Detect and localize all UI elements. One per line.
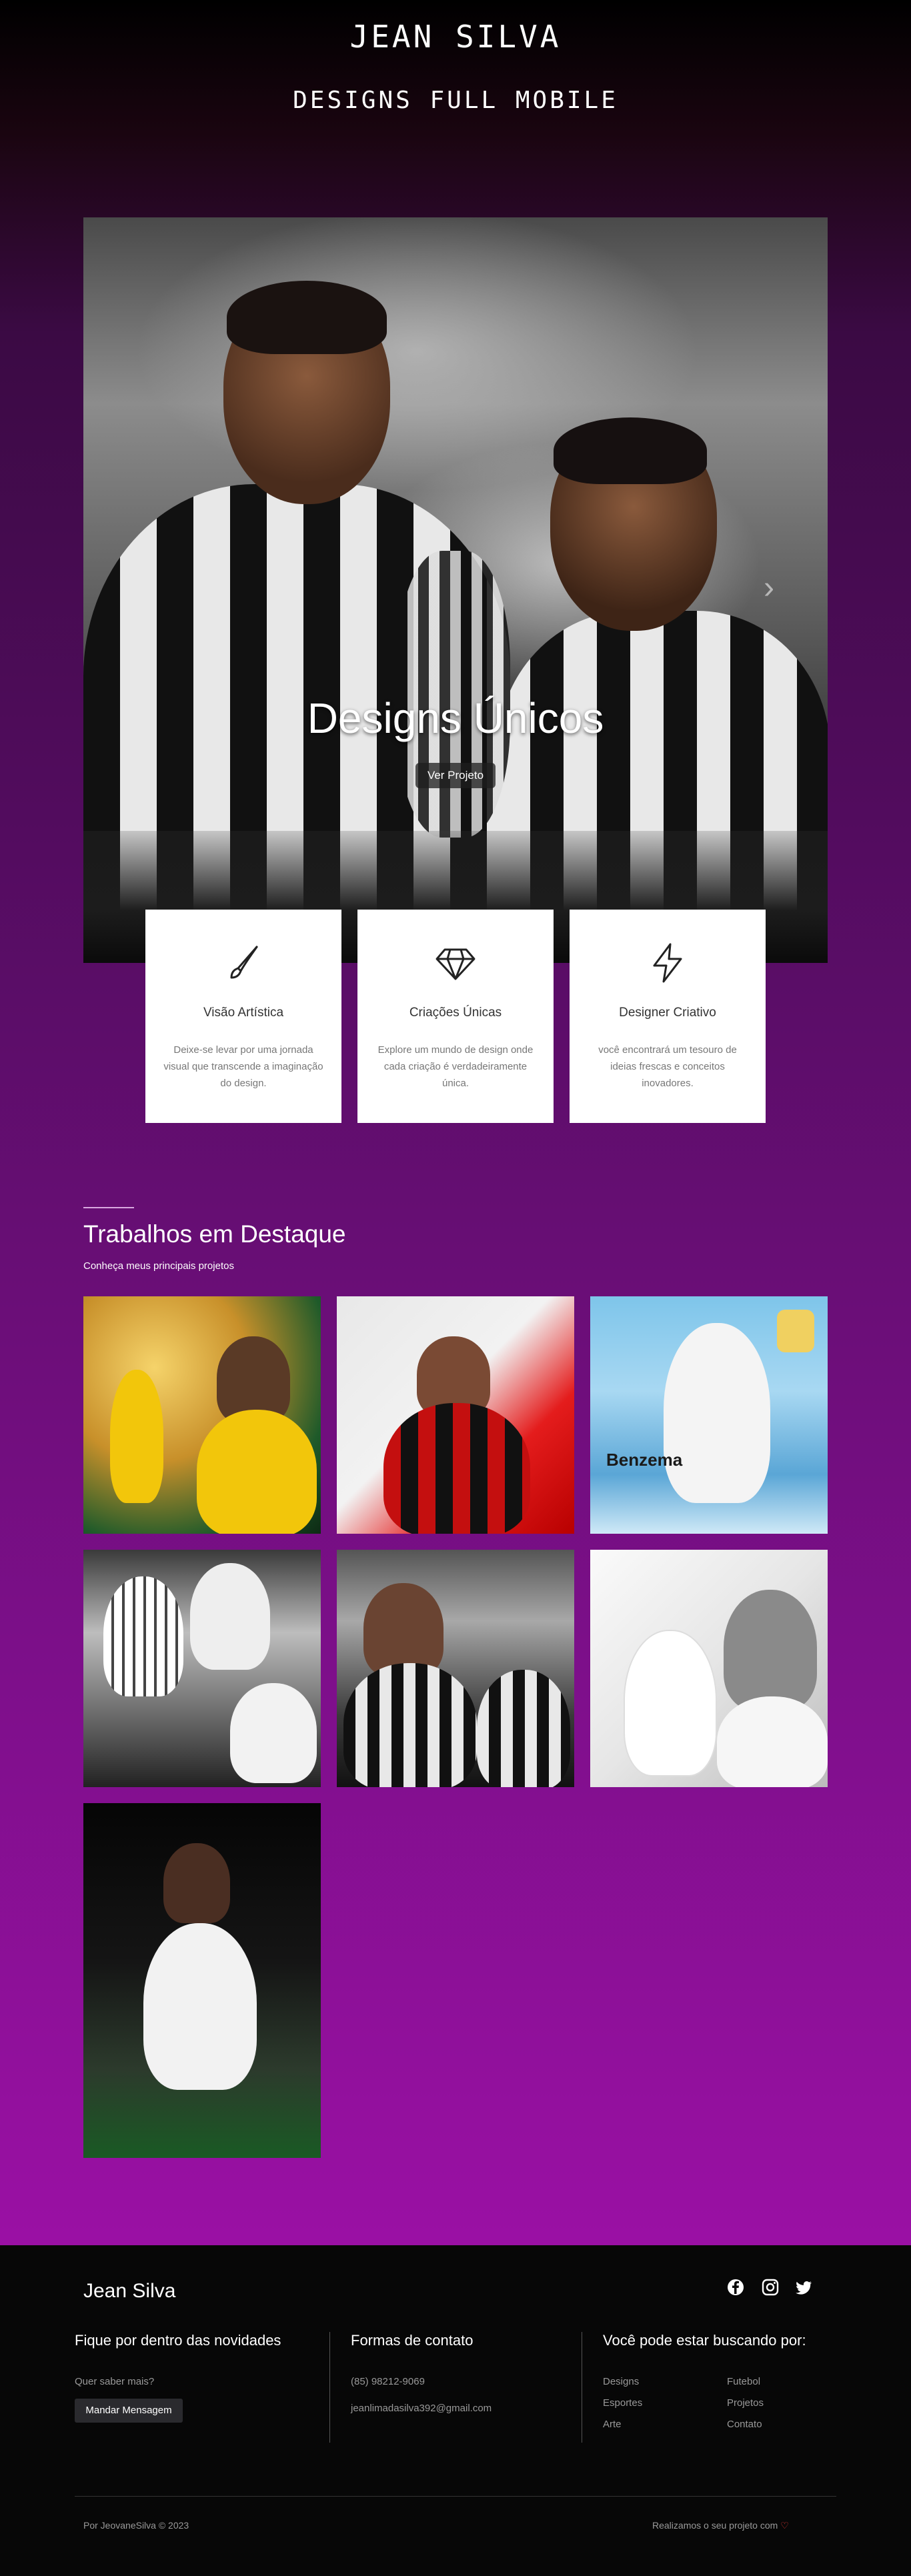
player-figure (724, 1590, 817, 1710)
twitter-icon[interactable] (794, 2277, 814, 2297)
made-with-text: Realizamos o seu projeto com (652, 2520, 778, 2531)
footer-col-title: Você pode estar buscando por: (603, 2332, 806, 2349)
site-header: JEAN SILVA DESIGNS FULL MOBILE (0, 0, 911, 127)
heart-icon: ♡ (780, 2520, 789, 2531)
site-subtitle: DESIGNS FULL MOBILE (293, 87, 618, 114)
footer-brand: Jean Silva (83, 2280, 176, 2302)
brush-icon (230, 946, 258, 979)
footer-prompt: Quer saber mais? (75, 2376, 155, 2387)
feature-title: Criações Únicas (409, 1006, 502, 1020)
site-footer: Jean Silva Fique por dentro das novidade… (0, 2245, 911, 2576)
club-crest (777, 1310, 814, 1352)
footer-made-with: Realizamos o seu projeto com ♡ (652, 2520, 789, 2531)
feature-title: Visão Artística (203, 1006, 284, 1020)
footer-copyright: Por JeovaneSilva © 2023 (83, 2520, 189, 2531)
footer-link-esportes[interactable]: Esportes (603, 2397, 642, 2409)
feature-card: Visão Artística Deixe-se levar por uma j… (145, 910, 341, 1123)
carousel-next-icon[interactable]: › (764, 569, 774, 606)
portfolio-item[interactable] (83, 1803, 321, 2158)
diamond-icon (435, 948, 476, 980)
hero-player-right-hair (554, 417, 707, 484)
footer-col-title: Formas de contato (351, 2332, 474, 2349)
feature-desc: Deixe-se levar por uma jornada visual qu… (163, 1044, 323, 1089)
feature-cards: Visão Artística Deixe-se levar por uma j… (145, 910, 766, 1123)
hero-carousel[interactable]: Designs Únicos Ver Projeto › (83, 217, 828, 963)
portfolio-item[interactable] (337, 1296, 574, 1534)
portfolio-item[interactable] (337, 1550, 574, 1787)
portfolio-subtitle: Conheça meus principais projetos (83, 1260, 234, 1272)
footer-link-contato[interactable]: Contato (727, 2419, 762, 2430)
feature-card: Designer Criativo você encontrará um tes… (570, 910, 766, 1123)
footer-link-designs[interactable]: Designs (603, 2376, 639, 2387)
hero-player-left-hair (227, 281, 387, 354)
player-figure (190, 1563, 270, 1670)
footer-phone[interactable]: (85) 98212-9069 (351, 2376, 425, 2387)
view-project-button[interactable]: Ver Projeto (415, 763, 496, 788)
facebook-icon[interactable] (726, 2277, 746, 2297)
feature-card: Criações Únicas Explore um mundo de desi… (357, 910, 554, 1123)
footer-divider (329, 2332, 330, 2443)
footer-link-projetos[interactable]: Projetos (727, 2397, 764, 2409)
feature-desc: você encontrará um tesouro de ideias fre… (598, 1044, 737, 1089)
lightning-icon (653, 943, 682, 983)
site-name: JEAN SILVA (349, 19, 562, 55)
portfolio-item[interactable] (590, 1550, 828, 1787)
footer-link-futebol[interactable]: Futebol (727, 2376, 760, 2387)
instagram-icon[interactable] (760, 2277, 780, 2297)
player-shirt (343, 1663, 477, 1787)
footer-link-arte[interactable]: Arte (603, 2419, 622, 2430)
player-name-text: Benzema (606, 1450, 683, 1470)
player-figure (664, 1323, 770, 1503)
player-figure (363, 1583, 443, 1676)
footer-email[interactable]: jeanlimadasilva392@gmail.com (351, 2403, 492, 2414)
player-figure (230, 1683, 317, 1783)
hero-caption: Designs Únicos (307, 694, 604, 742)
footer-col-title: Fique por dentro das novidades (75, 2332, 281, 2349)
portfolio-item[interactable] (83, 1296, 321, 1534)
player-shirt (477, 1670, 570, 1787)
player-shirt (143, 1923, 257, 2090)
player-small (110, 1370, 163, 1503)
section-accent-line (83, 1207, 134, 1208)
footer-rule (75, 2496, 836, 2497)
portfolio-item[interactable]: Benzema (590, 1296, 828, 1534)
portfolio-title: Trabalhos em Destaque (83, 1220, 346, 1248)
player-shirt (197, 1410, 317, 1534)
feature-desc: Explore um mundo de design onde cada cri… (377, 1044, 534, 1089)
player-figure (163, 1843, 230, 1923)
player-shirt (717, 1696, 828, 1787)
player-shirt (383, 1403, 530, 1534)
feature-title: Designer Criativo (619, 1006, 716, 1020)
send-message-button[interactable]: Mandar Mensagem (75, 2399, 183, 2423)
player-figure (624, 1630, 717, 1776)
player-figure (103, 1576, 183, 1696)
portfolio-item[interactable] (83, 1550, 321, 1787)
